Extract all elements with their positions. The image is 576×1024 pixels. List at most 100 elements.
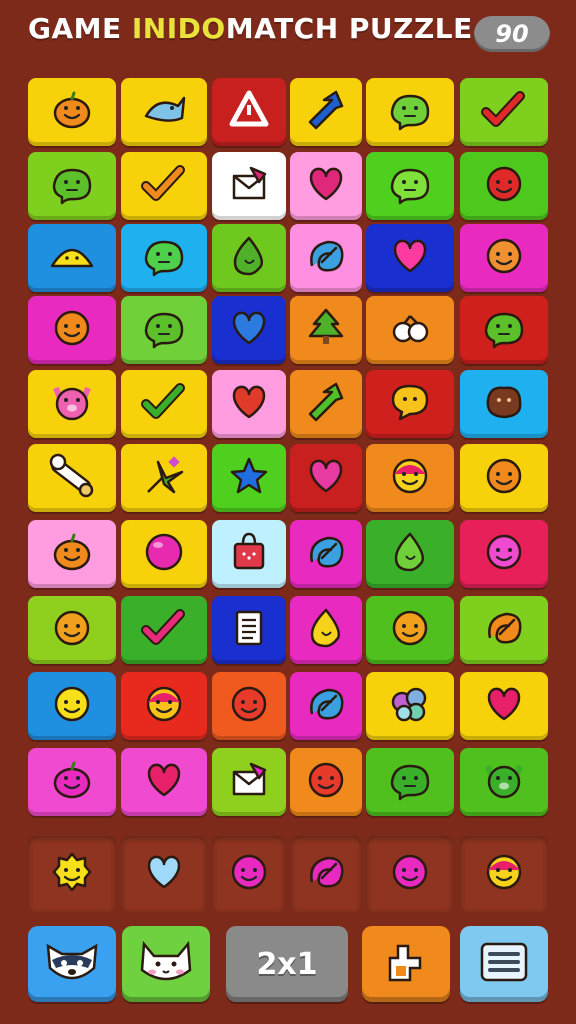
tile-r1-c4[interactable] — [290, 78, 362, 146]
round-face-icon — [46, 306, 98, 354]
tray-slot-2[interactable] — [121, 836, 207, 912]
arrow-icon — [300, 88, 352, 136]
tray-slot-1[interactable] — [28, 836, 116, 912]
tile-r7-c4[interactable] — [290, 520, 362, 588]
tile-r9-c1[interactable] — [28, 672, 116, 740]
tile-r3-c4[interactable] — [290, 224, 362, 292]
tile-r5-c4[interactable] — [290, 370, 362, 438]
tile-r4-c2[interactable] — [121, 296, 207, 364]
header: GAME INIDOMATCH PUZZLE 90 — [0, 0, 576, 70]
tile-r2-c6[interactable] — [460, 152, 548, 220]
tile-r10-c6[interactable] — [460, 748, 548, 816]
berries-icon — [384, 306, 436, 354]
menu-button[interactable] — [460, 926, 548, 1002]
tile-r4-c5[interactable] — [366, 296, 454, 364]
tile-r3-c6[interactable] — [460, 224, 548, 292]
star-icon — [223, 454, 275, 502]
game-board — [22, 74, 558, 826]
hand-button[interactable] — [362, 926, 450, 1002]
smile-face-icon — [384, 454, 436, 502]
tile-r10-c4[interactable] — [290, 748, 362, 816]
raccoon-button[interactable] — [28, 926, 116, 1002]
tile-r5-c6[interactable] — [460, 370, 548, 438]
tile-r1-c2[interactable] — [121, 78, 207, 146]
heart-icon — [300, 454, 352, 502]
tile-r1-c5[interactable] — [366, 78, 454, 146]
tray-slot-3[interactable] — [212, 836, 286, 912]
tile-r8-c3[interactable] — [212, 596, 286, 664]
tile-r3-c5[interactable] — [366, 224, 454, 292]
tile-r2-c1[interactable] — [28, 152, 116, 220]
document-icon — [223, 606, 275, 654]
tile-r6-c6[interactable] — [460, 444, 548, 512]
tile-r8-c6[interactable] — [460, 596, 548, 664]
blob-face-icon — [478, 306, 530, 354]
tile-r5-c3[interactable] — [212, 370, 286, 438]
combo-button[interactable]: 2x1 — [226, 926, 348, 1002]
tile-r1-c1[interactable] — [28, 78, 116, 146]
tile-r7-c3[interactable] — [212, 520, 286, 588]
tile-r8-c5[interactable] — [366, 596, 454, 664]
smile-face-icon — [138, 682, 190, 730]
tile-r5-c5[interactable] — [366, 370, 454, 438]
star-burst-icon — [138, 454, 190, 502]
tile-r7-c1[interactable] — [28, 520, 116, 588]
tile-r4-c1[interactable] — [28, 296, 116, 364]
tile-r10-c3[interactable] — [212, 748, 286, 816]
tile-r2-c3[interactable] — [212, 152, 286, 220]
round-face-icon — [384, 850, 436, 898]
blob-face-icon — [384, 162, 436, 210]
tray-slot-5[interactable] — [366, 836, 454, 912]
tile-r7-c6[interactable] — [460, 520, 548, 588]
tile-r7-c2[interactable] — [121, 520, 207, 588]
swirl-icon — [478, 606, 530, 654]
cat-icon — [136, 937, 196, 991]
tile-r2-c5[interactable] — [366, 152, 454, 220]
tile-r10-c5[interactable] — [366, 748, 454, 816]
tile-r8-c4[interactable] — [290, 596, 362, 664]
tile-r1-c6[interactable] — [460, 78, 548, 146]
match-tray — [22, 836, 558, 916]
checkmark-icon — [478, 88, 530, 136]
tile-r8-c1[interactable] — [28, 596, 116, 664]
tile-r6-c1[interactable] — [28, 444, 116, 512]
round-face-icon — [223, 682, 275, 730]
tile-r6-c4[interactable] — [290, 444, 362, 512]
cat-button[interactable] — [122, 926, 210, 1002]
tile-r10-c1[interactable] — [28, 748, 116, 816]
tile-r2-c2[interactable] — [121, 152, 207, 220]
tray-slot-6[interactable] — [460, 836, 548, 912]
bone-icon — [46, 453, 98, 502]
tile-r10-c2[interactable] — [121, 748, 207, 816]
tile-r3-c3[interactable] — [212, 224, 286, 292]
tile-r2-c4[interactable] — [290, 152, 362, 220]
tile-r9-c4[interactable] — [290, 672, 362, 740]
smile-face-icon — [478, 850, 530, 898]
bottom-toolbar: 2x1 — [22, 926, 558, 1006]
tile-r1-c3[interactable] — [212, 78, 286, 146]
tile-r4-c3[interactable] — [212, 296, 286, 364]
round-face-icon — [300, 758, 352, 806]
tile-r3-c2[interactable] — [121, 224, 207, 292]
drop-icon — [223, 234, 275, 282]
tile-r9-c3[interactable] — [212, 672, 286, 740]
swirl-icon — [300, 234, 352, 282]
tile-r4-c4[interactable] — [290, 296, 362, 364]
raccoon-icon — [42, 937, 102, 991]
tile-r9-c2[interactable] — [121, 672, 207, 740]
tile-r4-c6[interactable] — [460, 296, 548, 364]
tile-r6-c3[interactable] — [212, 444, 286, 512]
tile-r8-c2[interactable] — [121, 596, 207, 664]
tile-r3-c1[interactable] — [28, 224, 116, 292]
tile-r6-c5[interactable] — [366, 444, 454, 512]
tile-r9-c5[interactable] — [366, 672, 454, 740]
tile-r5-c1[interactable] — [28, 370, 116, 438]
tile-r7-c5[interactable] — [366, 520, 454, 588]
cookie-icon — [478, 380, 530, 428]
tile-r5-c2[interactable] — [121, 370, 207, 438]
lemon-slice-icon — [46, 234, 98, 282]
tile-r9-c6[interactable] — [460, 672, 548, 740]
tray-slot-4[interactable] — [290, 836, 362, 912]
tile-r6-c2[interactable] — [121, 444, 207, 512]
round-face-icon — [478, 530, 530, 578]
